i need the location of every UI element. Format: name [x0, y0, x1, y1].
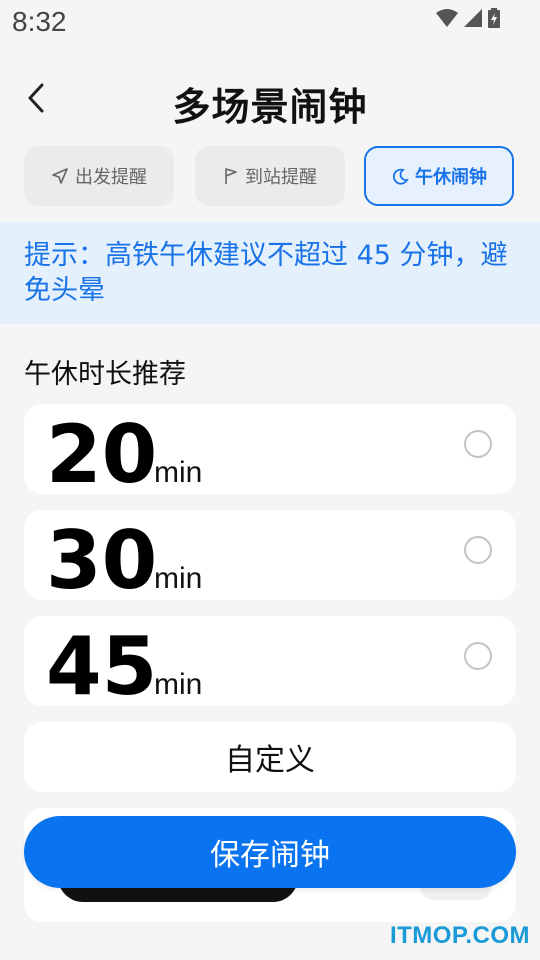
flag-icon [225, 168, 237, 184]
radio-button[interactable] [464, 642, 492, 670]
moon-icon [392, 168, 409, 185]
tip-text: 提示：高铁午休建议不超过 45 分钟，避免头晕 [24, 240, 508, 306]
section-title: 午休时长推荐 [24, 359, 186, 390]
duration-unit: min [154, 562, 203, 595]
duration-unit: min [154, 456, 203, 489]
tab-nap-alarm[interactable]: 午休闹钟 [364, 146, 514, 206]
radio-button[interactable] [464, 430, 492, 458]
navigation-arrow-icon [52, 168, 68, 184]
tab-label: 到站提醒 [245, 167, 317, 188]
battery-icon [488, 8, 500, 28]
duration-option-45[interactable]: 45 min [24, 616, 516, 706]
duration-value: 20 [46, 408, 158, 495]
status-bar: 8:32 [0, 0, 540, 46]
save-label: 保存闹钟 [210, 838, 330, 873]
status-time: 8:32 [12, 6, 67, 37]
tip-banner: 提示：高铁午休建议不超过 45 分钟，避免头晕 [0, 222, 540, 324]
wifi-icon [436, 9, 458, 27]
custom-label: 自定义 [225, 743, 315, 778]
tab-label: 出发提醒 [75, 167, 147, 188]
page-title: 多场景闹钟 [172, 85, 368, 129]
scenario-tabs: 出发提醒 到站提醒 午休闹钟 [24, 146, 516, 208]
custom-duration-button[interactable]: 自定义 [24, 722, 516, 792]
duration-unit: min [154, 668, 203, 701]
duration-option-20[interactable]: 20 min [24, 404, 516, 494]
watermark: ITMOP.COM [389, 922, 530, 949]
save-alarm-button[interactable]: 保存闹钟 [24, 816, 516, 888]
duration-option-30[interactable]: 30 min [24, 510, 516, 600]
tab-departure-reminder[interactable]: 出发提醒 [24, 146, 174, 206]
tab-label: 午休闹钟 [415, 167, 487, 188]
duration-value: 45 [46, 620, 158, 707]
duration-value: 30 [46, 514, 158, 601]
cellular-signal-icon [464, 9, 482, 27]
status-icons [436, 6, 500, 30]
header: 多场景闹钟 [0, 60, 540, 140]
radio-button[interactable] [464, 536, 492, 564]
tab-arrival-reminder[interactable]: 到站提醒 [195, 146, 345, 206]
